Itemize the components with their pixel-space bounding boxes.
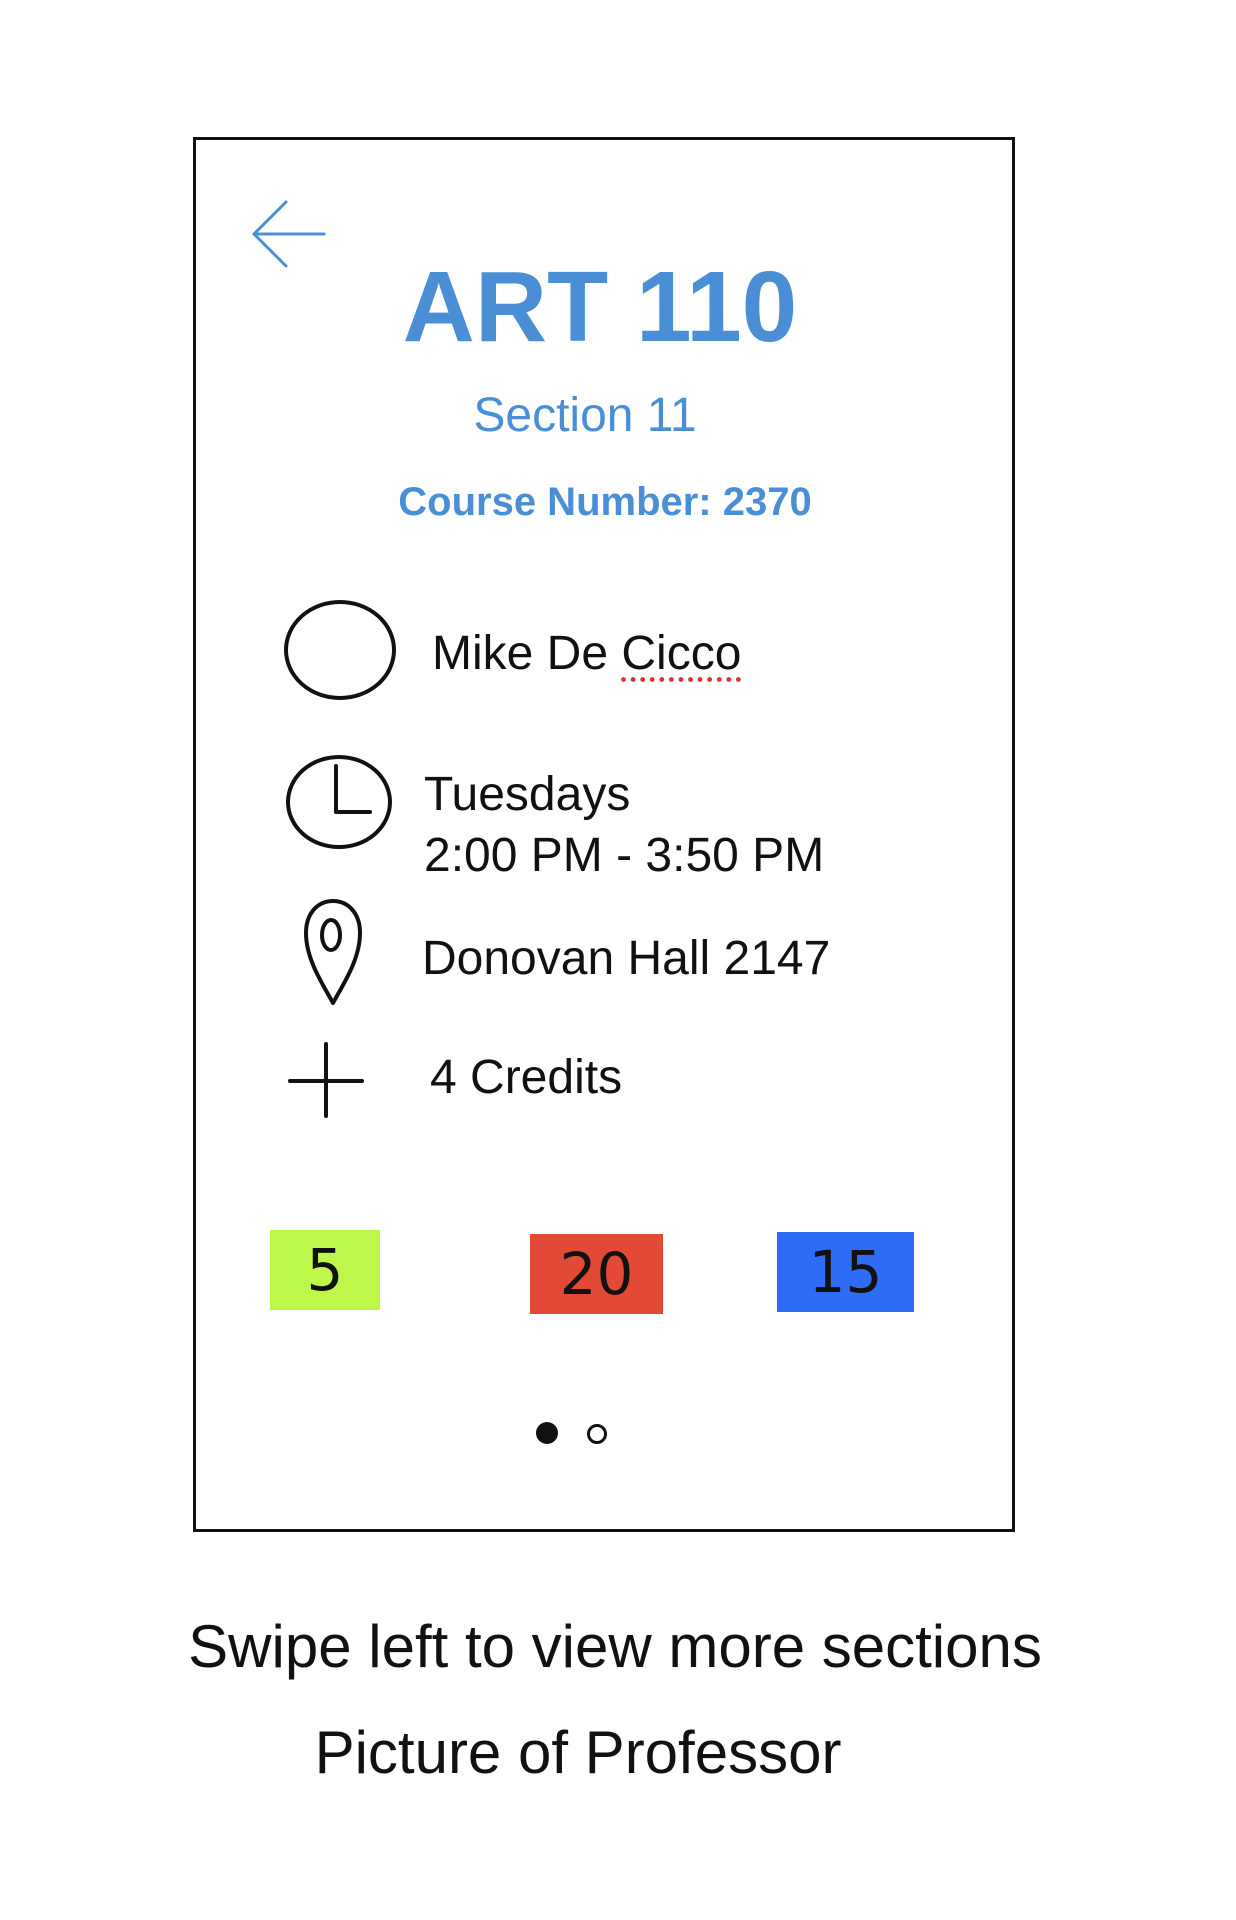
stat-box: 5 [270, 1230, 380, 1310]
stat-box: 15 [777, 1232, 914, 1312]
course-title: ART 110 [402, 251, 798, 363]
picture-annotation: Picture of Professor [314, 1719, 842, 1786]
page-dot[interactable] [587, 1424, 607, 1444]
professor-surname: Cicco [621, 627, 742, 680]
plus-icon [286, 1040, 366, 1125]
professor-name: Mike De Cicco [432, 627, 742, 680]
stat-box: 20 [530, 1234, 663, 1314]
section-label: Section 11 [473, 389, 697, 442]
schedule-day: Tuesdays [424, 768, 631, 821]
course-number: Course Number: 2370 [398, 480, 812, 524]
location-text: Donovan Hall 2147 [422, 932, 831, 985]
credits-text: 4 Credits [430, 1051, 623, 1104]
map-pin-icon [300, 897, 366, 1014]
page-dot-active[interactable] [536, 1422, 558, 1444]
clock-icon [284, 752, 394, 857]
schedule-time: 2:00 PM - 3:50 PM [424, 829, 825, 882]
swipe-annotation: Swipe left to view more sections [188, 1613, 1042, 1680]
avatar-circle-icon[interactable] [282, 598, 398, 707]
